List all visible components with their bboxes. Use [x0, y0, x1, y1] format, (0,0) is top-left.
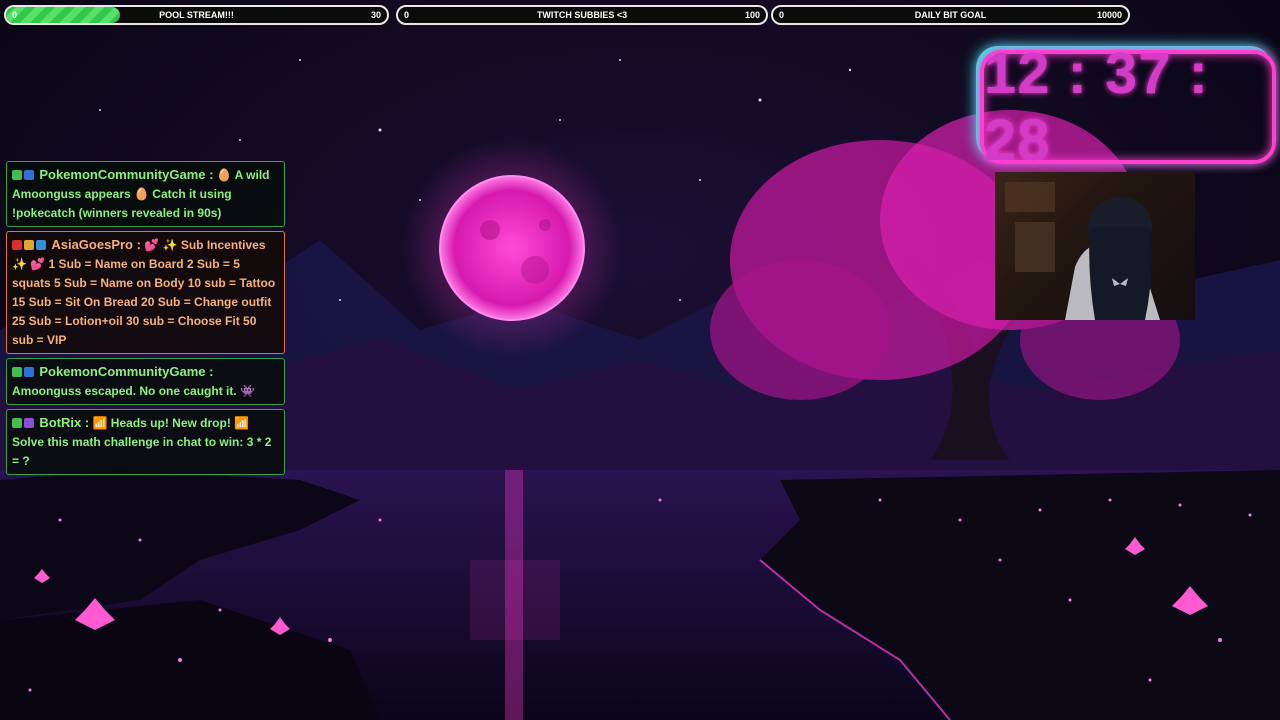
goal-target: 10000 [1096, 10, 1122, 20]
badge-icon [24, 240, 34, 250]
webcam-feed [995, 172, 1195, 320]
badge-icon [36, 240, 46, 250]
badge-icon [24, 418, 34, 428]
chat-message: PokemonCommunityGame : Amoonguss escaped… [6, 358, 285, 405]
chat-username: BotRix : [39, 415, 90, 430]
goal-bar-daily-bit: 0 DAILY BIT GOAL 10000 [771, 5, 1130, 25]
goal-target: 100 [744, 10, 760, 20]
badge-icon [12, 367, 22, 377]
badge-icon [12, 170, 22, 180]
goal-bar-pool-stream: 0 POOL STREAM!!! 30 [4, 5, 389, 25]
goal-label: POOL STREAM!!! [159, 10, 234, 20]
badge-icon [24, 170, 34, 180]
chat-username: PokemonCommunityGame : [39, 364, 214, 379]
chat-message: BotRix : 📶 Heads up! New drop! 📶 Solve t… [6, 409, 285, 475]
goal-bar-twitch-subbies: 0 TWITCH SUBBIES <3 100 [396, 5, 768, 25]
badge-icon [12, 418, 22, 428]
badge-icon [12, 240, 22, 250]
chat-username: AsiaGoesPro : [51, 237, 141, 252]
goal-label: DAILY BIT GOAL [914, 10, 987, 20]
stream-timer: 12 : 37 : 28 [980, 41, 1276, 173]
chat-text: Amoonguss escaped. No one caught it. 👾 [12, 384, 255, 398]
timer-display: 12 : 37 : 28 [984, 41, 1209, 173]
chat-username: PokemonCommunityGame : [39, 167, 214, 182]
chat-message: AsiaGoesPro : 💕 ✨ Sub Incentives ✨ 💕 1 S… [6, 231, 285, 354]
goal-target: 30 [370, 10, 381, 20]
goal-label: TWITCH SUBBIES <3 [536, 10, 628, 20]
chat-text: 💕 ✨ Sub Incentives ✨ 💕 1 Sub = Name on B… [12, 238, 276, 347]
chat-message: PokemonCommunityGame : 🥚 A wild Amoongus… [6, 161, 285, 227]
moon [439, 175, 585, 321]
badge-icon [24, 367, 34, 377]
chat-overlay: PokemonCommunityGame : 🥚 A wild Amoongus… [6, 161, 285, 479]
